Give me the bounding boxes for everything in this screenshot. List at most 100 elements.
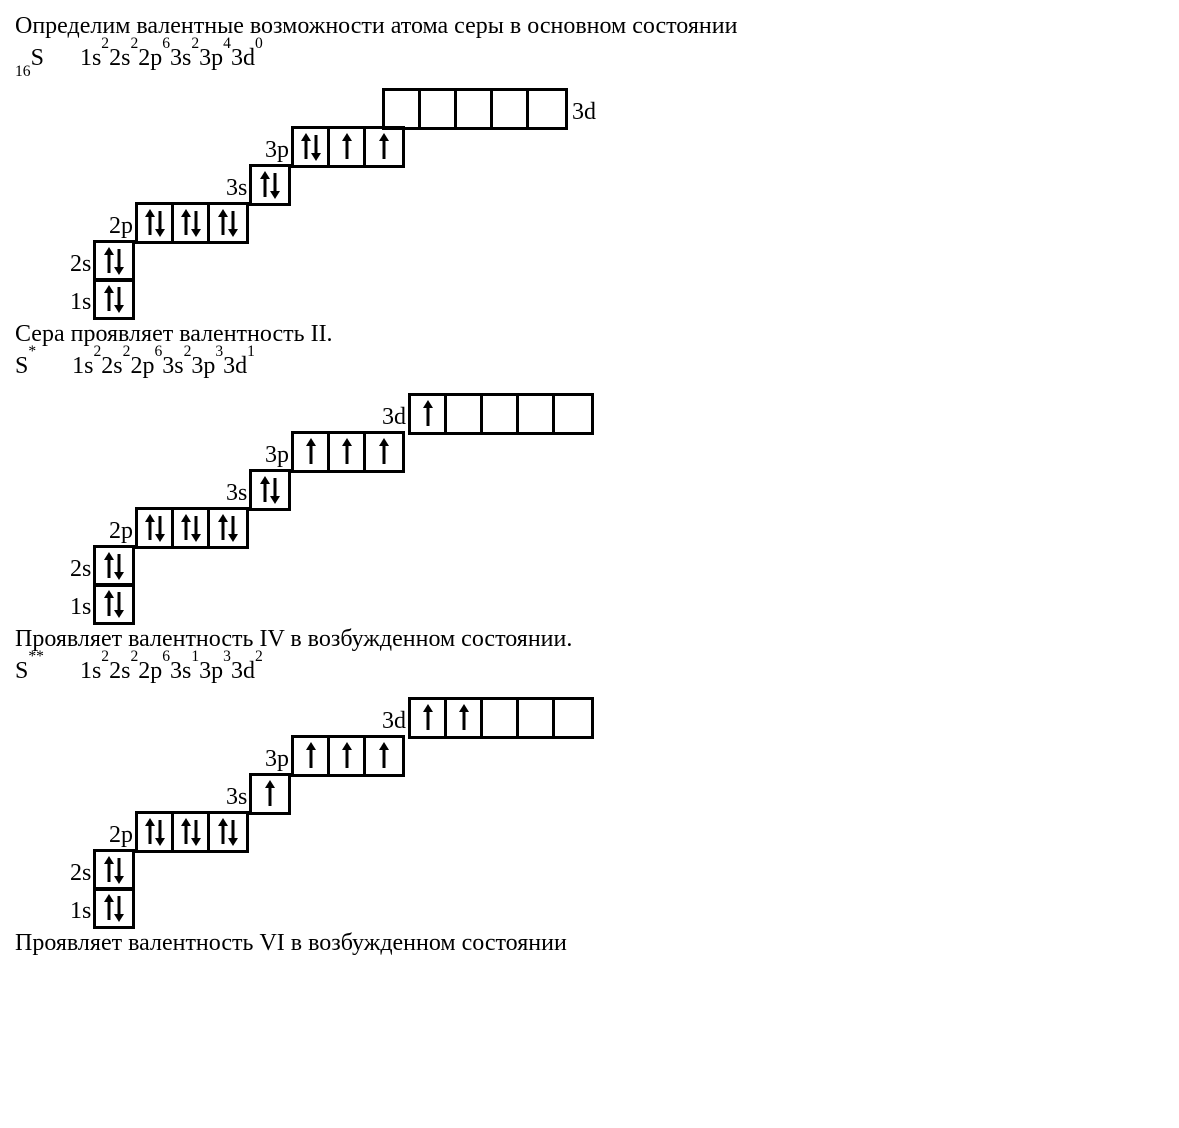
orbital-cell: [96, 548, 132, 584]
sublevel-1s: 1s: [70, 278, 135, 320]
orbital-cell: [411, 700, 447, 736]
orbital-cell: [411, 396, 447, 432]
orbital-cell: [96, 852, 132, 888]
sublevel-3s: 3s: [226, 164, 291, 206]
sublevel-label: 2p: [109, 817, 135, 853]
sublevel-3d: 3d: [382, 393, 594, 435]
orbital-cell: [529, 91, 565, 127]
orbital-cell: [252, 167, 288, 203]
orbital-diagram-0: 1s2s 2p 3s 3p 3d: [15, 78, 1164, 318]
sublevel-label: 3s: [226, 475, 249, 511]
orbital-cell: [330, 738, 366, 774]
orbital-cell: [457, 91, 493, 127]
caption-2: Проявляет валентность VI в возбужденном …: [15, 929, 1164, 958]
orbital-cell: [330, 129, 366, 165]
orbital-cell: [294, 129, 330, 165]
orbital-cell: [294, 738, 330, 774]
sublevel-3d: 3d: [382, 88, 596, 130]
orbital-cells: [291, 735, 405, 777]
orbital-cell: [138, 510, 174, 546]
orbital-cell: [330, 434, 366, 470]
sublevel-label: 3s: [226, 779, 249, 815]
config-0: 1s22s22p63s23p43d0: [80, 45, 263, 71]
orbital-diagram-2: 1s2s 2p 3s 3p 3d: [15, 687, 1164, 927]
sublevel-label: 2p: [109, 208, 135, 244]
sublevel-label: 1s: [70, 589, 93, 625]
orbital-cell: [138, 814, 174, 850]
orbital-cell: [138, 205, 174, 241]
state2-header: S** 1s22s22p63s13p33d2: [15, 656, 1164, 686]
symbol-S-starstar: S**: [15, 658, 44, 684]
sublevel-label: 3p: [265, 437, 291, 473]
orbital-cell: [366, 129, 402, 165]
orbital-cell: [519, 396, 555, 432]
orbital-cells: [93, 278, 135, 320]
orbital-cell: [385, 91, 421, 127]
sublevel-2p: 2p: [109, 507, 249, 549]
orbital-cells: [93, 545, 135, 587]
sublevel-3d: 3d: [382, 697, 594, 739]
config-2: 1s22s22p63s13p33d2: [80, 658, 263, 684]
orbital-cell: [447, 396, 483, 432]
sublevel-2s: 2s: [70, 240, 135, 282]
element-16S: 16S: [15, 45, 44, 71]
sublevel-label: 1s: [70, 284, 93, 320]
orbital-cell: [519, 700, 555, 736]
orbital-cell: [96, 243, 132, 279]
orbital-cells: [408, 697, 594, 739]
orbital-cell: [366, 434, 402, 470]
orbital-cells: [93, 849, 135, 891]
orbital-cell: [96, 281, 132, 317]
orbital-cell: [447, 700, 483, 736]
orbital-cells: [93, 887, 135, 929]
sublevel-3p: 3p: [265, 735, 405, 777]
sublevel-2s: 2s: [70, 849, 135, 891]
orbital-diagram-1: 1s2s 2p 3s 3p 3d: [15, 383, 1164, 623]
sublevel-label: 2s: [70, 855, 93, 891]
orbital-cell: [294, 434, 330, 470]
orbital-cells: [249, 164, 291, 206]
config-1: 1s22s22p63s23p33d1: [72, 353, 255, 379]
orbital-cells: [291, 431, 405, 473]
orbital-cell: [174, 814, 210, 850]
orbital-cell: [96, 586, 132, 622]
sublevel-label: 3d: [382, 399, 408, 435]
state0-header: 16S 1s22s22p63s23p43d0: [15, 43, 1164, 77]
orbital-cell: [210, 814, 246, 850]
orbital-cells: [408, 393, 594, 435]
orbital-cells: [135, 202, 249, 244]
orbital-cell: [96, 890, 132, 926]
orbital-cell: [252, 472, 288, 508]
sublevel-2s: 2s: [70, 545, 135, 587]
orbital-cells: [291, 126, 405, 168]
orbital-cells: [249, 773, 291, 815]
sublevel-label: 3s: [226, 170, 249, 206]
sublevel-label: 2s: [70, 551, 93, 587]
orbital-cell: [174, 510, 210, 546]
orbital-cells: [249, 469, 291, 511]
orbital-cell: [493, 91, 529, 127]
orbital-cell: [252, 776, 288, 812]
sublevel-label: 3p: [265, 132, 291, 168]
orbital-cell: [366, 738, 402, 774]
sublevel-label: 3p: [265, 741, 291, 777]
sublevel-3s: 3s: [226, 773, 291, 815]
orbital-cell: [555, 396, 591, 432]
orbital-cells: [135, 811, 249, 853]
state1-header: S* 1s22s22p63s23p33d1: [15, 351, 1164, 381]
sublevel-1s: 1s: [70, 887, 135, 929]
orbital-cells: [382, 88, 568, 130]
orbital-cell: [555, 700, 591, 736]
sublevel-label: 3d: [382, 703, 408, 739]
sublevel-label: 2p: [109, 513, 135, 549]
orbital-cell: [210, 510, 246, 546]
sublevel-2p: 2p: [109, 202, 249, 244]
orbital-cell: [483, 396, 519, 432]
orbital-cell: [483, 700, 519, 736]
sublevel-3p: 3p: [265, 431, 405, 473]
orbital-cells: [93, 583, 135, 625]
sublevel-3s: 3s: [226, 469, 291, 511]
caption-1: Проявляет валентность IV в возбужденном …: [15, 625, 1164, 654]
sublevel-label: 2s: [70, 246, 93, 282]
sublevel-2p: 2p: [109, 811, 249, 853]
